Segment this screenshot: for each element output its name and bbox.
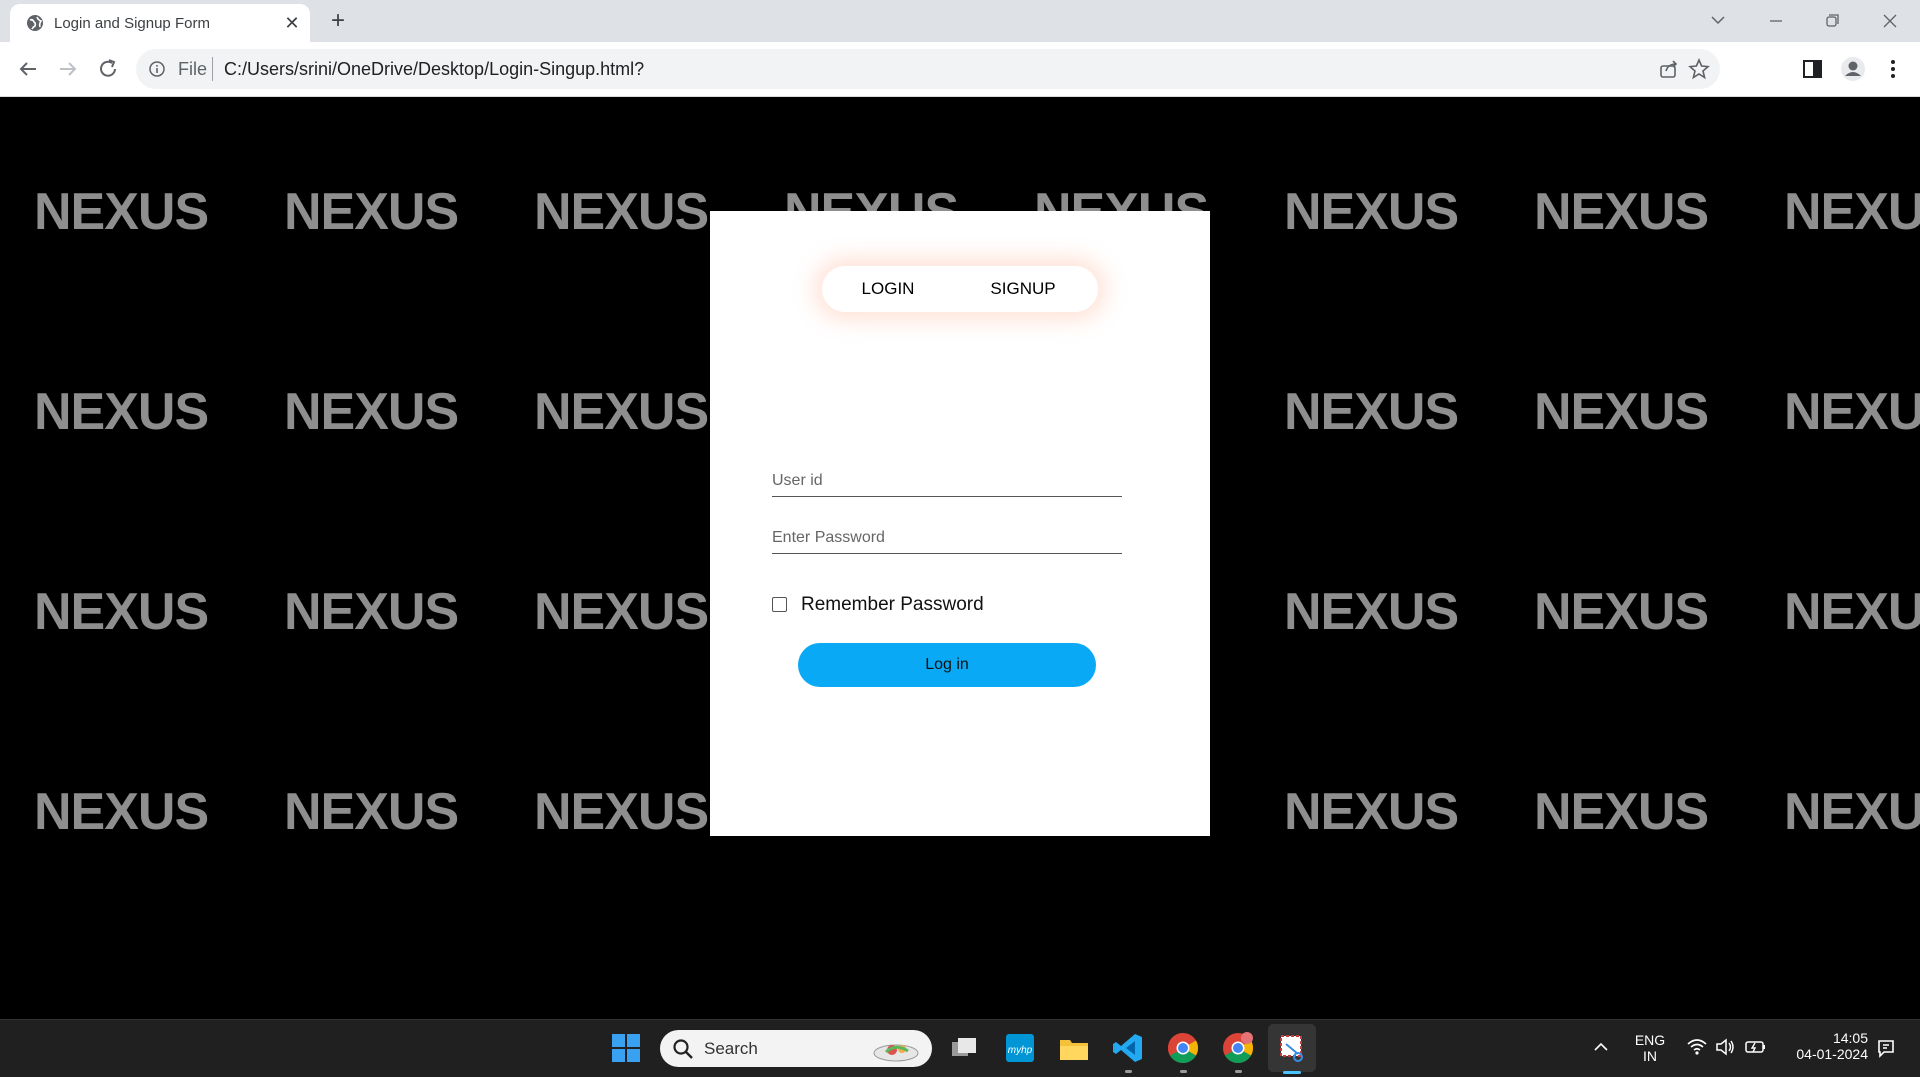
tab-search-chevron-icon[interactable]: [1700, 6, 1736, 36]
minimize-icon[interactable]: [1758, 6, 1794, 36]
nexus-watermark: NEXUS: [284, 583, 459, 641]
password-input[interactable]: [772, 529, 1122, 547]
browser-tab[interactable]: Login and Signup Form ✕: [10, 4, 310, 42]
remember-checkbox[interactable]: [772, 597, 787, 612]
browser-toolbar: File C:/Users/srini/OneDrive/Desktop/Log…: [0, 42, 1920, 97]
battery-charging-icon[interactable]: [1744, 1038, 1768, 1056]
browser-tab-strip: Login and Signup Form ✕ +: [0, 0, 1920, 42]
url-text[interactable]: C:/Users/srini/OneDrive/Desktop/Login-Si…: [224, 59, 644, 80]
login-card: LOGIN SIGNUP Remember Password Log in: [710, 211, 1210, 836]
windows-taskbar: Search myhp ENG IN 14:05 04-01-2024: [0, 1019, 1920, 1077]
nexus-watermark: NEXUS: [1534, 783, 1709, 841]
myhp-app-icon[interactable]: myhp: [1002, 1030, 1038, 1066]
restore-icon[interactable]: [1814, 6, 1850, 36]
nexus-watermark: NEXUS: [1284, 583, 1459, 641]
notification-icon[interactable]: [1874, 1036, 1898, 1060]
task-view-icon[interactable]: [946, 1030, 982, 1066]
tray-chevron-up-icon[interactable]: [1592, 1040, 1610, 1054]
profile-avatar-icon[interactable]: [1840, 56, 1866, 82]
svg-text:myhp: myhp: [1008, 1045, 1033, 1056]
search-highlight-icon: [873, 1044, 919, 1062]
nexus-watermark: NEXUS: [284, 783, 459, 841]
nexus-watermark: NEXUS: [534, 583, 709, 641]
nexus-watermark: NEXUS: [34, 183, 209, 241]
language-indicator[interactable]: ENG IN: [1630, 1032, 1670, 1064]
close-window-icon[interactable]: [1872, 6, 1908, 36]
new-tab-button[interactable]: +: [324, 8, 352, 36]
reload-icon[interactable]: [94, 55, 122, 83]
nexus-watermark: NEXUS: [1284, 183, 1459, 241]
clock-time: 14:05: [1832, 1030, 1868, 1046]
nexus-watermark: NEXUS: [1534, 183, 1709, 241]
nexus-watermark: NEXUS: [1284, 383, 1459, 441]
address-bar[interactable]: File C:/Users/srini/OneDrive/Desktop/Log…: [136, 49, 1720, 89]
userid-input[interactable]: [772, 472, 1122, 490]
nexus-watermark: NEXUS: [534, 183, 709, 241]
nexus-watermark: NEXUS: [1784, 783, 1920, 841]
nexus-watermark: NEXUS: [1284, 783, 1459, 841]
url-scheme: File: [178, 59, 208, 79]
chrome-running-indicator: [1165, 1030, 1201, 1073]
nexus-watermark: NEXUS: [1784, 183, 1920, 241]
search-label: Search: [704, 1039, 758, 1058]
nexus-watermark: NEXUS: [1534, 383, 1709, 441]
side-panel-icon[interactable]: [1800, 56, 1826, 82]
language-code: ENG: [1634, 1032, 1666, 1048]
nexus-watermark: NEXUS: [1784, 383, 1920, 441]
nexus-watermark: NEXUS: [534, 383, 709, 441]
page-background: NEXUS NEXUS NEXUS NEXUS NEXUS NEXUS NEXUS NEXUS…: [0, 97, 1920, 1019]
bookmark-star-icon[interactable]: [1688, 58, 1710, 80]
share-icon[interactable]: [1658, 58, 1680, 80]
nexus-watermark: NEXUS: [1534, 583, 1709, 641]
tab-close-icon[interactable]: ✕: [282, 13, 302, 33]
nexus-watermark: NEXUS: [284, 383, 459, 441]
back-arrow-icon[interactable]: [14, 55, 42, 83]
vscode-running-indicator: [1110, 1030, 1146, 1073]
chrome-profile-running-indicator: [1220, 1030, 1256, 1073]
password-field: [772, 501, 1122, 554]
nexus-watermark: NEXUS: [34, 583, 209, 641]
tab-signup[interactable]: SIGNUP: [982, 266, 1064, 312]
nexus-watermark: NEXUS: [534, 783, 709, 841]
login-button[interactable]: Log in: [798, 643, 1096, 687]
nexus-watermark: NEXUS: [34, 383, 209, 441]
windows-start-icon[interactable]: [608, 1030, 644, 1066]
form-switch: LOGIN SIGNUP: [822, 266, 1098, 312]
tab-login[interactable]: LOGIN: [852, 266, 924, 312]
nexus-watermark: NEXUS: [284, 183, 459, 241]
nexus-watermark: NEXUS: [1784, 583, 1920, 641]
info-icon[interactable]: [148, 60, 166, 78]
remember-label: Remember Password: [801, 594, 984, 615]
clock[interactable]: 14:05 04-01-2024: [1780, 1030, 1870, 1062]
nexus-watermark: NEXUS: [34, 783, 209, 841]
tab-title: Login and Signup Form: [54, 15, 210, 32]
userid-field: [772, 444, 1122, 497]
url-divider: [212, 57, 213, 81]
taskbar-search[interactable]: Search: [660, 1030, 932, 1067]
snipping-tool-icon[interactable]: [1274, 1030, 1310, 1066]
region-code: IN: [1643, 1048, 1657, 1064]
wifi-icon[interactable]: [1686, 1038, 1708, 1056]
search-icon: [673, 1039, 693, 1059]
globe-icon: [27, 15, 43, 31]
volume-icon[interactable]: [1714, 1038, 1736, 1056]
snipping-active-indicator: [1283, 1071, 1301, 1074]
forward-arrow-icon[interactable]: [54, 55, 82, 83]
more-menu-icon[interactable]: [1880, 56, 1906, 82]
file-explorer-icon[interactable]: [1056, 1030, 1092, 1066]
clock-date: 04-01-2024: [1796, 1046, 1868, 1062]
